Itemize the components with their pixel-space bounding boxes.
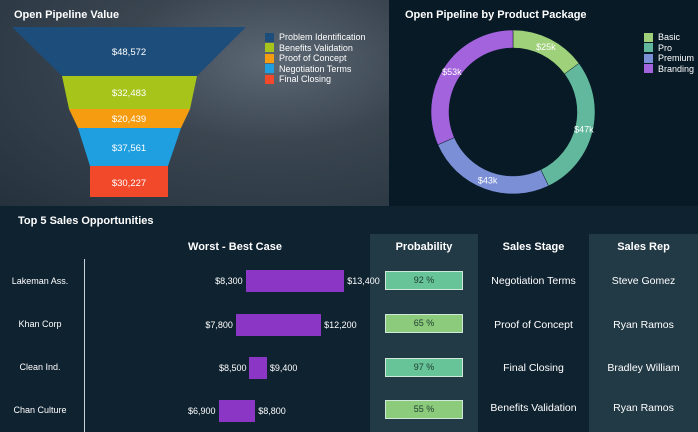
sales-stage-cell: Final Closing: [503, 362, 564, 374]
sales-rep-cell[interactable]: Ryan Ramos: [589, 402, 698, 414]
legend-label: Proof of Concept: [279, 53, 347, 63]
worst-case-label: $6,900: [187, 406, 216, 416]
legend-swatch: [265, 64, 274, 74]
sales-rep-cell[interactable]: Ryan Ramos: [589, 319, 698, 331]
donut-slice-premium[interactable]: [437, 137, 549, 195]
legend-swatch: [644, 43, 653, 53]
funnel-chart: $48,572 $32,483 $20,439 $37,561 $30,227: [12, 27, 246, 197]
legend-swatch: [265, 43, 274, 53]
legend-label: Final Closing: [279, 74, 332, 84]
funnel-value-benefits-validation: $32,483: [112, 88, 146, 99]
probability-badge: 65 %: [385, 314, 463, 333]
legend-item[interactable]: Negotiation Terms: [265, 64, 366, 75]
legend-swatch: [265, 53, 274, 63]
range-header: Worst - Best Case: [188, 241, 282, 253]
legend-item[interactable]: Problem Identification: [265, 32, 366, 43]
legend-label: Pro: [658, 42, 673, 53]
legend-item[interactable]: Branding: [644, 64, 694, 75]
legend-label: Benefits Validation: [279, 42, 353, 53]
legend-item[interactable]: Benefits Validation: [265, 43, 366, 54]
company-label: Chan Culture: [13, 405, 67, 415]
donut-panel: Open Pipeline by Product Package $25k $47…: [389, 0, 698, 206]
legend-label: Negotiation Terms: [279, 63, 352, 74]
probability-badge: 97 %: [385, 358, 463, 377]
sales-stage-header: Sales Stage: [502, 241, 565, 253]
sales-rep-cell[interactable]: Bradley William: [589, 362, 698, 374]
company-label: Khan Corp: [18, 319, 62, 329]
legend-label: Problem Identification: [279, 32, 366, 42]
donut-slice-basic[interactable]: [512, 29, 580, 75]
company-label: Lakeman Ass.: [11, 276, 69, 286]
donut-slice-branding[interactable]: [430, 29, 514, 146]
opportunities-panel: Top 5 Sales Opportunities Worst - Best C…: [0, 206, 698, 432]
range-bar[interactable]: [249, 357, 267, 379]
legend-item[interactable]: Premium: [644, 53, 694, 64]
funnel-value-negotiation-terms: $37,561: [112, 143, 146, 154]
probability-badge: 92 %: [385, 271, 463, 290]
legend-swatch: [644, 53, 653, 63]
range-bar[interactable]: [218, 400, 256, 422]
best-case-label: $9,400: [269, 363, 298, 373]
axis-line: [84, 259, 85, 432]
legend-item[interactable]: Final Closing: [265, 74, 366, 85]
sales-stage-cell: Proof of Concept: [494, 319, 573, 331]
donut-label-premium: $43k: [478, 175, 498, 185]
donut-label-basic: $25k: [536, 42, 556, 52]
probability-badge: 55 %: [385, 400, 463, 419]
legend-swatch: [265, 74, 274, 84]
probability-header: Probability: [395, 241, 453, 253]
worst-case-label: $8,300: [215, 276, 243, 286]
opportunities-title: Top 5 Sales Opportunities: [18, 215, 154, 227]
range-bar[interactable]: [245, 270, 345, 292]
best-case-label: $12,200: [324, 320, 357, 330]
legend-swatch: [644, 32, 653, 42]
best-case-label: $13,400: [347, 276, 380, 286]
sales-rep-cell[interactable]: Steve Gomez: [589, 275, 698, 287]
legend-swatch: [644, 64, 653, 74]
funnel-value-problem-identification: $48,572: [112, 47, 146, 58]
worst-case-label: $7,800: [205, 320, 233, 330]
legend-label: Premium: [658, 53, 695, 63]
sales-stage-cell: Benefits Validation: [490, 402, 577, 414]
funnel-value-final-closing: $30,227: [112, 178, 146, 189]
funnel-panel: Open Pipeline Value $48,572 $32,483 $20,…: [0, 0, 389, 206]
best-case-label: $8,800: [258, 406, 286, 416]
legend-item[interactable]: Proof of Concept: [265, 53, 366, 64]
sales-stage-cell: Negotiation Terms: [491, 275, 576, 287]
worst-case-label: $8,500: [218, 363, 247, 373]
legend-item[interactable]: Basic: [644, 32, 694, 43]
donut-chart: $25k $47k $43k $53k: [430, 29, 596, 195]
sales-rep-header: Sales Rep: [617, 241, 670, 253]
donut-label-branding: $53k: [442, 67, 462, 77]
legend-label: Basic: [658, 32, 681, 42]
donut-legend: Basic Pro Premium Branding: [644, 32, 694, 74]
company-label: Clean Ind.: [19, 362, 61, 372]
funnel-legend: Problem Identification Benefits Validati…: [265, 32, 366, 85]
legend-item[interactable]: Pro: [644, 43, 694, 54]
funnel-value-proof-of-concept: $20,439: [112, 114, 146, 125]
range-bar[interactable]: [235, 314, 322, 336]
legend-label: Branding: [658, 63, 695, 74]
legend-swatch: [265, 32, 274, 42]
donut-label-pro: $47k: [574, 125, 594, 135]
